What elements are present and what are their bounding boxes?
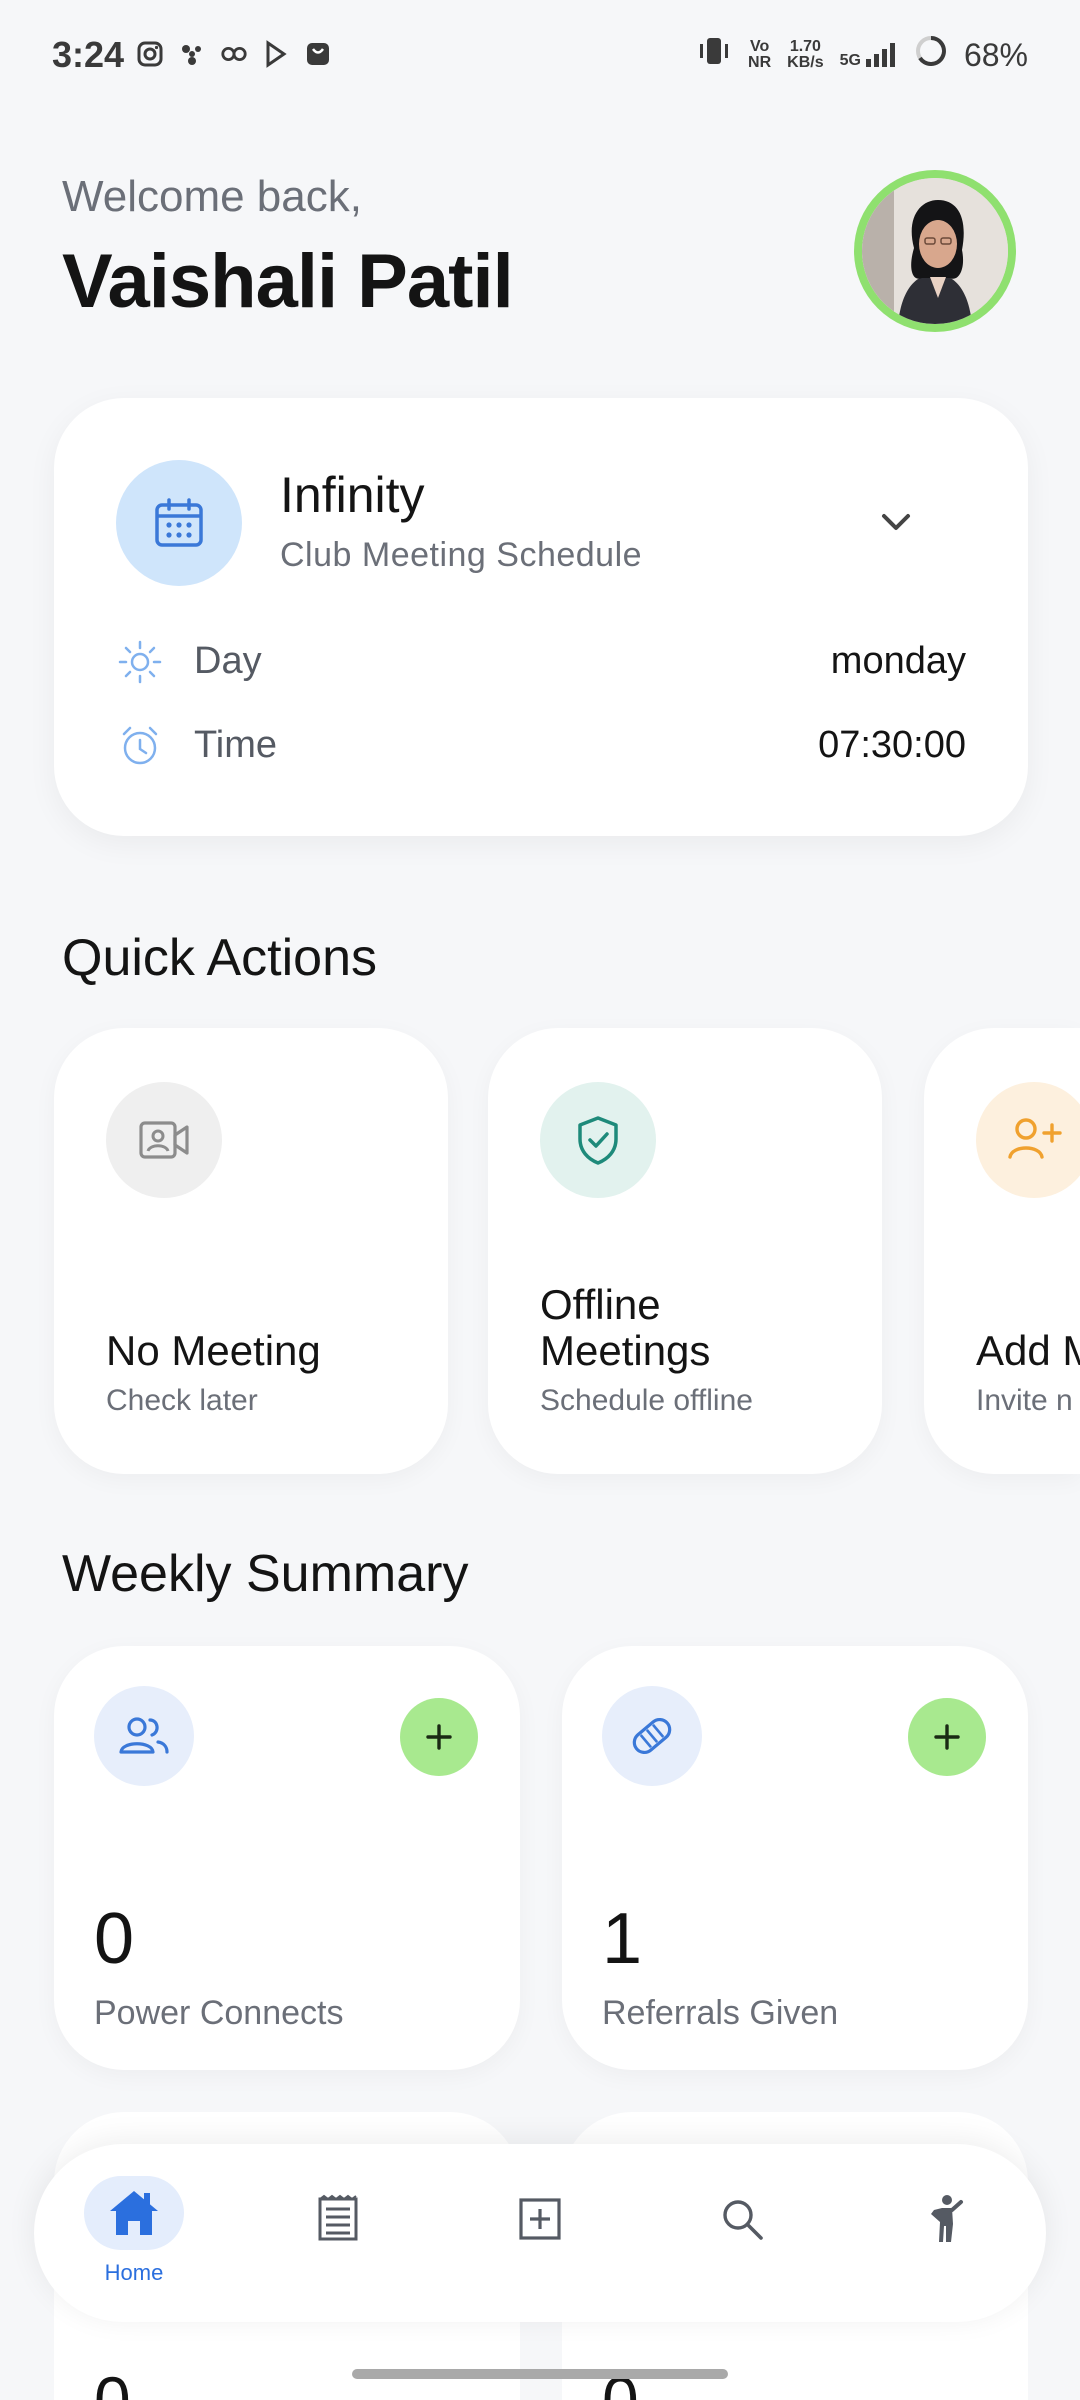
quick-action-no-meeting[interactable]: No Meeting Check later [54,1028,448,1474]
quick-action-title-line2: Meetings [540,1327,711,1374]
quick-action-offline-meetings[interactable]: Offline Meetings Schedule offline [488,1028,882,1474]
referrals-given-count: 1 [602,1899,643,1979]
quick-action-add-member[interactable]: Add M Invite n [924,1028,1080,1474]
speed-indicator: 1.70 KB/s [787,39,823,71]
club-subtitle: Club Meeting Schedule [280,536,643,574]
quick-action-title-line1: Offline [540,1281,661,1328]
quick-action-subtitle: Invite n [976,1384,1073,1417]
nav-profile[interactable] [896,2176,996,2286]
gesture-home-bar[interactable] [352,2369,728,2379]
power-connects-count: 0 [94,1899,135,1979]
summary-card-referrals-given[interactable]: 1 Referrals Given [562,1646,1028,2070]
speed-unit: KB/s [787,54,824,71]
welcome-text: Welcome back, [62,172,362,221]
nav-add[interactable] [490,2176,590,2286]
shopping-bag-icon [304,40,332,68]
instagram-icon [136,40,164,68]
person-icon [896,2176,996,2262]
power-connects-label: Power Connects [94,1994,344,2032]
battery-percent: 68% [963,36,1028,73]
chevron-down-icon[interactable] [872,498,920,546]
status-time: 3:24 [52,34,125,75]
nav-home[interactable]: Home [84,2176,184,2286]
quick-actions-title: Quick Actions [62,929,378,987]
add-square-icon [490,2176,590,2262]
volte-bottom: NR [748,54,772,71]
avatar[interactable] [854,170,1016,332]
user-name: Vaishali Patil [62,239,514,324]
nav-search[interactable] [692,2176,792,2286]
day-label: Day [194,640,262,682]
volte-indicator: Vo NR [748,39,771,71]
summary-peek-value: 0 [602,2363,639,2400]
system-status: Vo NR 1.70 KB/s 5G 68% [696,34,1028,76]
add-user-icon [976,1082,1080,1198]
shield-check-icon [540,1082,656,1198]
quick-action-title: No Meeting [106,1327,321,1374]
club-name: Infinity [280,467,425,523]
search-icon [692,2176,792,2262]
referrals-given-label: Referrals Given [602,1994,839,2032]
signal-icon: 5G [840,41,898,69]
volte-top: Vo [749,38,770,55]
quick-action-title: Add M [976,1327,1080,1374]
weekly-summary-title: Weekly Summary [62,1545,469,1603]
battery-ring-icon [914,34,948,76]
summary-card-power-connects[interactable]: 0 Power Connects [54,1646,520,2070]
speed-value: 1.70 [789,38,821,55]
quick-action-subtitle: Check later [106,1384,258,1417]
add-power-connect-button[interactable] [400,1698,478,1776]
time-value: 07:30:00 [818,724,966,766]
bottom-navigation: Home [34,2144,1046,2322]
day-value: monday [830,640,966,682]
fan-icon [178,40,206,68]
vibrate-icon [696,35,732,75]
summary-peek-value: 0 [94,2363,131,2400]
signal-type: 5G [839,52,861,69]
sun-icon [116,638,164,686]
meeting-schedule-card[interactable]: Infinity Club Meeting Schedule Day monda… [54,398,1028,836]
add-referral-button[interactable] [908,1698,986,1776]
quick-action-subtitle: Schedule offline [540,1384,753,1417]
goggles-icon [220,40,248,68]
avatar-photo [862,178,1008,324]
status-bar: 3:24 Vo NR 1.70 KB/s 5G 68% [0,0,1080,110]
play-store-icon [262,40,290,68]
users-icon [94,1686,194,1786]
notification-icons [136,40,332,68]
alarm-clock-icon [116,722,164,770]
time-label: Time [194,724,278,766]
document-icon [288,2176,388,2262]
home-icon [84,2176,184,2250]
calendar-icon [116,460,242,586]
handshake-icon [602,1686,702,1786]
video-contact-icon [106,1082,222,1198]
nav-documents[interactable] [288,2176,388,2286]
nav-home-label: Home [104,2260,164,2285]
